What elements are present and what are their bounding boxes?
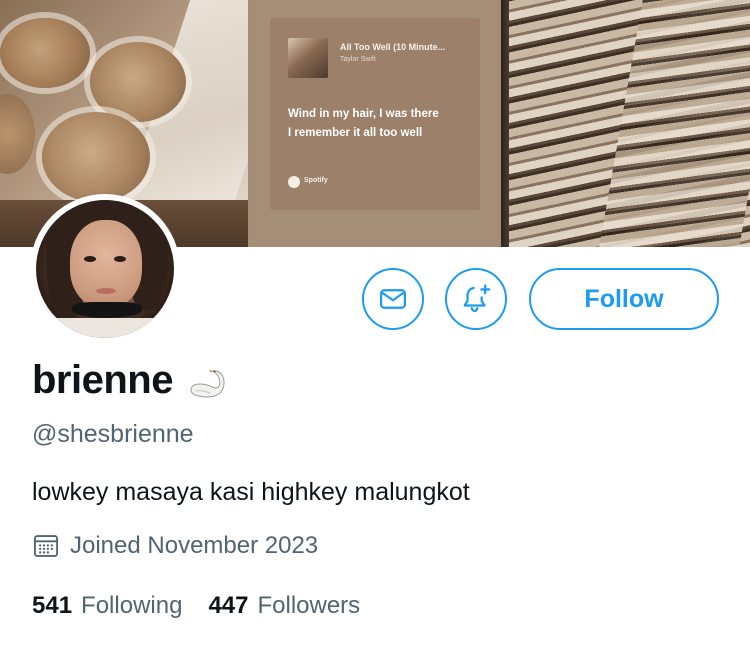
following-count: 541 — [32, 592, 73, 619]
banner-photo-record-crates — [501, 0, 750, 247]
follow-button[interactable]: Follow — [529, 268, 719, 330]
track-title: All Too Well (10 Minute... — [340, 42, 446, 52]
spotify-label: Spotify — [304, 177, 328, 184]
calendar-icon — [33, 535, 59, 557]
following-link[interactable]: 541 Following — [32, 592, 182, 620]
bell-plus-icon — [463, 284, 491, 313]
following-label: Following — [81, 592, 183, 619]
lyric-card: All Too Well (10 Minute... Taylor Swift … — [270, 18, 480, 210]
user-handle: @shesbrienne — [32, 420, 194, 448]
profile-bio: lowkey masaya kasi highkey malungkot — [32, 478, 470, 506]
followers-count: 447 — [208, 592, 249, 619]
display-name: brienne — [32, 358, 173, 402]
join-date: Joined November 2023 — [70, 532, 319, 559]
message-button[interactable] — [362, 268, 424, 330]
follow-stats: 541 Following 447 Followers — [32, 592, 360, 620]
followers-label: Followers — [257, 592, 361, 619]
envelope-icon — [380, 289, 406, 309]
profile-name-row: brienne — [32, 358, 231, 403]
track-artist: Taylor Swift — [340, 56, 376, 63]
swan-emoji — [190, 369, 225, 397]
join-date-row: Joined November 2023 — [32, 532, 318, 560]
banner-music-share-card: All Too Well (10 Minute... Taylor Swift … — [252, 0, 498, 247]
lyric-line-2: I remember it all too well — [288, 127, 423, 139]
avatar[interactable] — [30, 194, 180, 344]
notify-button[interactable] — [445, 268, 507, 330]
lyric-line-1: Wind in my hair, I was there — [288, 108, 439, 120]
avatar-photo — [36, 200, 174, 338]
spotify-icon — [288, 176, 300, 188]
followers-link[interactable]: 447 Followers — [208, 592, 360, 620]
album-art-thumbnail — [288, 38, 328, 78]
